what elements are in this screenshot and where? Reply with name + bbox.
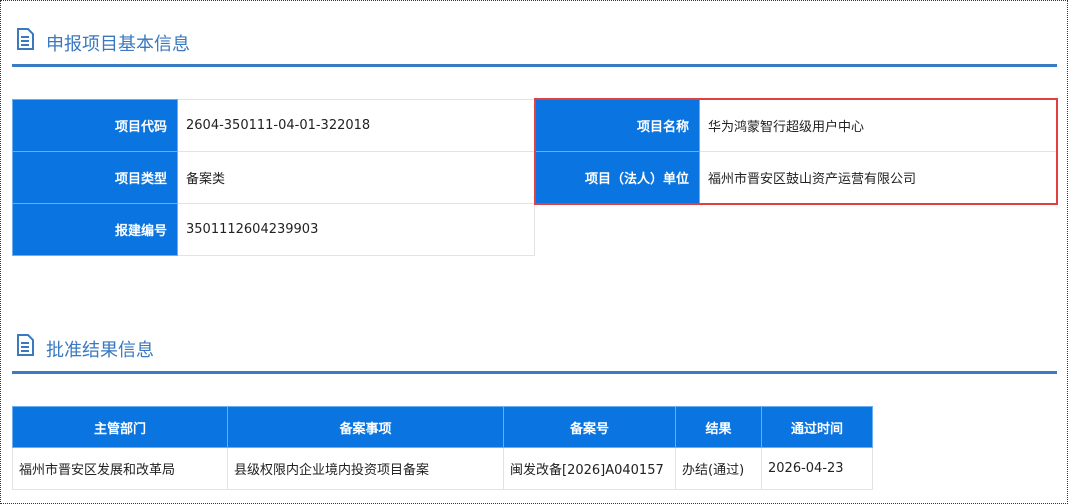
table-row: 项目类型 备案类: [12, 151, 535, 204]
table-cell: 2026-04-23: [761, 447, 873, 490]
table-cell: 福州市晋安区发展和改革局: [12, 447, 228, 490]
table-header-row: 主管部门 备案事项 备案号 结果 通过时间: [12, 406, 873, 448]
field-value: 3501112604239903: [177, 203, 535, 256]
column-header: 主管部门: [12, 406, 228, 448]
section-title: 批准结果信息: [46, 340, 154, 361]
field-label: 项目（法人）单位: [535, 151, 700, 204]
section-basic-info-header: 申报项目基本信息: [16, 22, 190, 56]
field-label: 项目代码: [12, 99, 178, 152]
table-row: 项目（法人）单位 福州市晋安区鼓山资产运营有限公司: [535, 151, 1057, 204]
table-row: 项目代码 2604-350111-04-01-322018: [12, 99, 535, 152]
column-header: 结果: [675, 406, 762, 448]
field-label: 项目类型: [12, 151, 178, 204]
section-approval-header: 批准结果信息: [16, 328, 154, 362]
column-header: 通过时间: [761, 406, 873, 448]
basic-info-table-left: 项目代码 2604-350111-04-01-322018 项目类型 备案类 报建编…: [12, 99, 535, 256]
field-label: 项目名称: [535, 99, 700, 152]
section-title: 申报项目基本信息: [46, 34, 190, 55]
column-header: 备案事项: [227, 406, 504, 448]
column-header: 备案号: [503, 406, 676, 448]
field-value: 华为鸿蒙智行超级用户中心: [699, 99, 1057, 152]
approval-result-table: 主管部门 备案事项 备案号 结果 通过时间 福州市晋安区发展和改革局 县级权限内…: [12, 406, 873, 490]
section-divider: [12, 64, 1057, 67]
table-cell: 办结(通过): [675, 447, 762, 490]
table-row: 报建编号 3501112604239903: [12, 203, 535, 256]
basic-info-table-right: 项目名称 华为鸿蒙智行超级用户中心 项目（法人）单位 福州市晋安区鼓山资产运营有限公…: [534, 98, 1058, 205]
document-icon: [17, 28, 34, 50]
field-label: 报建编号: [12, 203, 178, 256]
section-divider: [12, 371, 1057, 374]
field-value: 备案类: [177, 151, 535, 204]
table-row: 项目名称 华为鸿蒙智行超级用户中心: [535, 99, 1057, 152]
table-cell: 县级权限内企业境内投资项目备案: [227, 447, 504, 490]
field-value: 福州市晋安区鼓山资产运营有限公司: [699, 151, 1057, 204]
document-icon: [17, 334, 34, 356]
table-row: 福州市晋安区发展和改革局 县级权限内企业境内投资项目备案 闽发改备[2026]A…: [12, 447, 873, 490]
table-cell: 闽发改备[2026]A040157: [503, 447, 676, 490]
field-value: 2604-350111-04-01-322018: [177, 99, 535, 152]
